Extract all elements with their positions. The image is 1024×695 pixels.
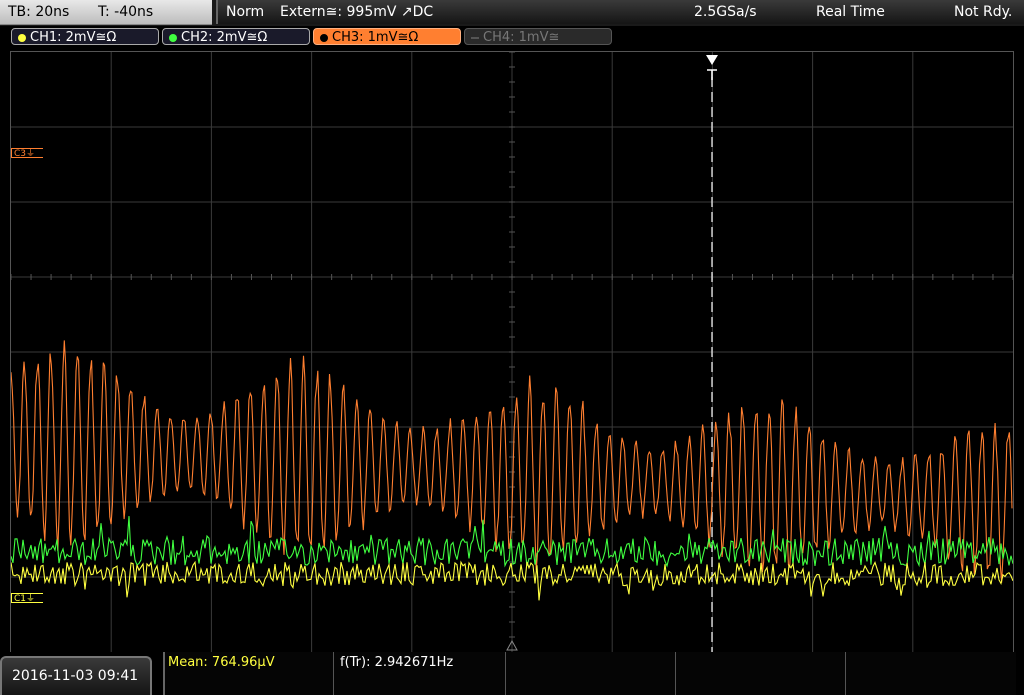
channel-1-label: CH1: 2mV≅Ω xyxy=(30,30,117,45)
mean-measurement: Mean: 764.96µV xyxy=(168,655,275,670)
channel-2-label: CH2: 2mV≅Ω xyxy=(181,30,268,45)
measurement-divider xyxy=(505,652,506,695)
timebase-label: TB: 20ns xyxy=(8,4,70,20)
waveform-display[interactable] xyxy=(10,51,1014,653)
date-time-display: 2016-11-03 09:41 xyxy=(0,656,152,695)
measurement-panel[interactable] xyxy=(163,652,1016,695)
waveform-graticule xyxy=(11,52,1013,652)
acquisition-mode-label: Real Time xyxy=(816,4,885,20)
channel-2-button[interactable]: CH2: 2mV≅Ω xyxy=(162,28,310,45)
channel-3-ground-marker[interactable]: C3⏚ xyxy=(11,148,44,159)
trigger-mode-label: Norm xyxy=(226,4,265,20)
channel-3-color-icon xyxy=(320,34,328,42)
channel-2-color-icon xyxy=(169,34,177,42)
trigger-time-label: T: -40ns xyxy=(98,4,154,20)
channel-3-label: CH3: 1mV≅Ω xyxy=(332,30,419,45)
channel-1-color-icon xyxy=(18,34,26,42)
acquisition-status-panel[interactable]: Norm Extern≅: 995mV ↗DC 2.5GSa/s Real Ti… xyxy=(216,0,1024,24)
measurement-divider xyxy=(333,652,334,695)
frequency-measurement: f(Tr): 2.942671Hz xyxy=(340,655,454,670)
channel-bar: CH1: 2mV≅Ω CH2: 2mV≅Ω CH3: 1mV≅Ω CH4: 1m… xyxy=(0,26,1024,48)
channel-1-button[interactable]: CH1: 2mV≅Ω xyxy=(11,28,159,45)
trigger-t-icon xyxy=(707,69,717,80)
channel-4-label: CH4: 1mV≅ xyxy=(483,30,560,45)
measurement-divider xyxy=(675,652,676,695)
measurement-divider xyxy=(845,652,846,695)
timebase-panel[interactable]: TB: 20ns T: -40ns xyxy=(0,0,212,25)
channel-3-button[interactable]: CH3: 1mV≅Ω xyxy=(313,28,461,45)
trigger-position-icon[interactable] xyxy=(706,55,718,65)
channel-1-ground-marker[interactable]: C1⏚ xyxy=(11,593,44,604)
acquisition-state-label: Not Rdy. xyxy=(954,4,1013,20)
channel-4-button[interactable]: CH4: 1mV≅ xyxy=(464,28,612,45)
status-bar: TB: 20ns T: -40ns Norm Extern≅: 995mV ↗D… xyxy=(0,0,1024,26)
channel-4-off-icon xyxy=(471,37,479,39)
trigger-source-label: Extern≅: 995mV ↗DC xyxy=(280,4,434,20)
sample-rate-label: 2.5GSa/s xyxy=(694,4,757,20)
